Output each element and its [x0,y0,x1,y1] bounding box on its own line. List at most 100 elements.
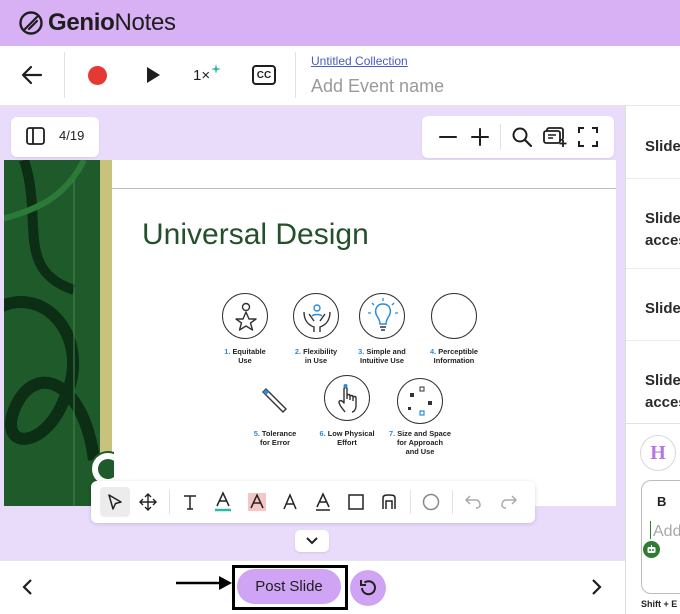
text-color-tool-button[interactable] [209,487,237,517]
fullscreen-icon [578,127,598,147]
collection-link[interactable]: Untitled Collection [311,54,408,68]
font-underline-icon [316,492,330,511]
principle-label-5: 5. Tolerance for Error [253,429,297,447]
keyboard-shortcut-hint: Shift + E [641,599,678,609]
genio-logo-icon [19,11,43,35]
text-t-icon [184,495,196,510]
slide-decorative-panel [4,160,114,506]
font-tool-button[interactable] [276,487,304,517]
undo-tool-button[interactable] [459,487,487,517]
event-name-input[interactable]: Add Event name [311,76,444,97]
arrow-right-annotation-icon [176,576,232,590]
panel-divider [626,340,680,341]
captions-button[interactable]: CC [252,65,276,85]
previous-slide-button[interactable] [20,577,36,597]
bold-button[interactable]: B [657,494,666,509]
principle-icon-tolerance [262,385,290,415]
robot-icon [647,545,656,553]
page-counter: 4/19 [59,128,85,143]
highlight-tool-button[interactable] [243,487,271,517]
undo-arrow-icon [464,495,481,509]
playback-speed-button[interactable]: 1× [193,64,225,86]
tool-divider [452,490,453,514]
hands-icon [303,304,331,332]
minus-icon [439,136,457,138]
toolbar-divider [64,52,65,98]
zoom-in-button[interactable] [470,127,490,147]
sidebar-panel-icon [26,127,45,145]
text-tool-button[interactable] [176,487,204,517]
undo-post-button[interactable] [350,570,386,606]
zoom-divider [500,124,501,150]
principle-label-6: 6. Low Physical Effort [319,429,375,447]
add-slide-button[interactable] [543,126,569,148]
plus-icon [471,128,489,146]
panel-item-3[interactable]: Slide [645,300,680,317]
move-tool-button[interactable] [134,487,162,517]
play-icon [147,67,160,83]
annotation-arrow [175,574,233,592]
principle-label-7: 7. Size and Space for Approach and Use [388,429,452,456]
app-logo[interactable]: GenioNotes [18,9,176,37]
circle-tool-button[interactable] [417,487,445,517]
principle-label-3: 3. Simple and Intuitive Use [358,347,406,365]
redo-arrow-icon [501,495,518,509]
play-button[interactable] [145,66,161,84]
principle-circle-size-space [397,378,443,424]
cursor-arrow-icon [108,494,122,510]
search-icon [512,127,533,148]
record-button[interactable] [88,66,107,85]
slide-top-rule [112,188,616,189]
principle-circle-flexibility [293,293,339,339]
panel-item-1[interactable]: Slide [645,138,680,155]
panel-divider [626,268,680,269]
pointing-hand-icon [338,384,357,413]
square-icon [348,494,364,510]
panel-item-4[interactable]: Slideacces [645,370,680,414]
speed-label: 1× [193,67,211,84]
underline-font-tool-button[interactable] [309,487,337,517]
principle-circle-low-effort [324,375,370,421]
note-input-placeholder[interactable]: Add [653,523,680,541]
back-button[interactable] [20,64,44,86]
chevron-left-icon [22,579,32,595]
tool-divider [169,490,170,514]
fullscreen-button[interactable] [578,127,598,147]
search-button[interactable] [511,126,533,148]
collapse-toolbar-button[interactable] [295,530,329,552]
tool-divider [410,490,411,514]
panel-divider [626,423,680,424]
rectangle-tool-button[interactable] [342,487,370,517]
person-star-icon [235,302,257,331]
move-arrows-icon [139,493,157,511]
dots-space-icon [408,386,432,416]
select-tool-button[interactable] [100,487,130,517]
principle-label-2: 2. Flexibility in Use [294,347,338,365]
pencil-eraser-icon [262,388,287,413]
chevron-right-icon [592,579,602,595]
chevron-down-icon [306,537,318,545]
lightbulb-icon [368,298,398,331]
shape-text-tool-button[interactable] [375,487,403,517]
redo-tool-button[interactable] [495,487,523,517]
panel-item-2[interactable]: Slideacces [645,208,680,252]
font-a-icon [283,493,297,510]
toolbar-divider [295,52,296,98]
slide-title: Universal Design [142,218,369,251]
note-editor[interactable]: B Add [641,480,680,594]
sidebar-toggle-button[interactable] [25,126,47,146]
rotate-ccw-icon [360,580,376,596]
assistant-bot-icon[interactable] [643,541,660,558]
text-highlight-icon [248,493,266,511]
user-avatar[interactable]: H [640,435,676,471]
zoom-out-button[interactable] [438,127,458,147]
next-slide-button[interactable] [588,577,604,597]
panel-divider [626,178,680,179]
principle-label-4: 4. Perceptible Information [429,347,479,365]
principle-circle-perceptible [431,293,477,339]
captions-label: CC [256,69,272,81]
post-slide-button[interactable]: Post Slide [237,569,341,604]
principle-label-1: 1. Equitable Use [224,347,266,365]
circle-icon [422,493,440,511]
principle-circle-equitable-use [222,293,268,339]
